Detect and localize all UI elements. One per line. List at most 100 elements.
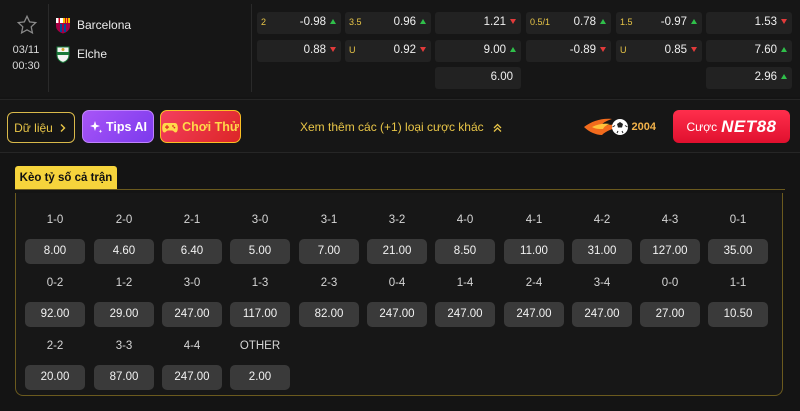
score-odds-button[interactable]: 247.00 <box>162 302 222 327</box>
data-button[interactable]: Dữ liệu <box>7 112 75 143</box>
score-cell: 3-4 247.00 <box>572 277 632 327</box>
odds-value: 7.60 <box>754 44 777 56</box>
score-cell: 1-0 8.00 <box>25 214 85 264</box>
score-cell: 4-0 8.50 <box>435 214 495 264</box>
score-label: 3-2 <box>388 214 406 226</box>
odds-value: 0.88 <box>303 44 326 56</box>
score-cell: 1-4 247.00 <box>435 277 495 327</box>
score-odds-button[interactable]: 127.00 <box>640 239 700 264</box>
tips-ai-button[interactable]: Tips AI <box>82 110 154 143</box>
score-odds-button[interactable]: 247.00 <box>367 302 427 327</box>
score-odds-button[interactable]: 87.00 <box>94 365 154 390</box>
odds-cell[interactable]: 1.21 <box>435 12 521 34</box>
score-cell: 2-4 247.00 <box>504 277 564 327</box>
score-label: 2-2 <box>46 340 64 352</box>
odds-cell[interactable]: 6.00 <box>435 67 521 89</box>
score-odds-button[interactable]: 117.00 <box>230 302 290 327</box>
more-bets-link[interactable]: Xem thêm các (+1) loại cược khác <box>300 120 503 134</box>
score-label: 4-1 <box>525 214 543 226</box>
home-team[interactable]: Barcelona <box>55 16 131 34</box>
score-odds-button[interactable]: 7.00 <box>299 239 359 264</box>
odds-handicap-label: 3.5 <box>349 17 362 27</box>
score-odds-button[interactable]: 247.00 <box>572 302 632 327</box>
score-odds-button[interactable]: 8.00 <box>25 239 85 264</box>
odds-value: 1.53 <box>754 16 777 28</box>
odds-value: 6.00 <box>490 71 513 83</box>
arrow-down-icon <box>781 19 787 24</box>
away-team-name: Elche <box>77 47 108 61</box>
score-odds-button[interactable]: 11.00 <box>504 239 564 264</box>
score-odds-button[interactable]: 27.00 <box>640 302 700 327</box>
score-odds-button[interactable]: 2.00 <box>230 365 290 390</box>
elche-crest-icon <box>56 46 70 63</box>
odds-cell[interactable]: 3.5 0.96 <box>345 12 431 34</box>
odds-cell[interactable]: 0.5/1 0.78 <box>526 12 611 34</box>
score-odds-button[interactable]: 247.00 <box>504 302 564 327</box>
tab-correct-score[interactable]: Kèo tỷ số cả trận <box>15 166 117 190</box>
score-label: 2-0 <box>115 214 133 226</box>
score-label: 3-1 <box>320 214 338 226</box>
score-label: 1-2 <box>115 277 133 289</box>
score-odds-button[interactable]: 6.40 <box>162 239 222 264</box>
arrow-down-icon <box>600 47 606 52</box>
arrow-up-icon <box>510 47 516 52</box>
promo-badge[interactable]: 2004 <box>582 111 664 143</box>
arrow-down-icon <box>330 47 336 52</box>
score-cell: 3-3 87.00 <box>94 340 154 390</box>
star-icon[interactable] <box>16 14 38 36</box>
arrow-up-icon <box>691 19 697 24</box>
score-cell: 2-0 4.60 <box>94 214 154 264</box>
arrow-up-icon <box>781 74 787 79</box>
score-cell: 3-0 5.00 <box>230 214 290 264</box>
away-team[interactable]: Elche <box>55 45 107 63</box>
bet-net88-button[interactable]: Cược NET88 <box>673 110 790 143</box>
odds-value: 0.85 <box>664 44 687 56</box>
tab-underline <box>15 189 785 190</box>
score-odds-button[interactable]: 29.00 <box>94 302 154 327</box>
match-date: 03/11 <box>12 44 40 56</box>
score-label: 3-4 <box>593 277 611 289</box>
correct-score-panel: 1-0 8.00 2-0 4.60 2-1 6.40 3-0 5.00 3-1 7.00 3-2 21… <box>15 193 783 396</box>
promo-year: 2004 <box>631 121 656 133</box>
net88-logo: NET88 <box>721 116 777 136</box>
odds-value: -0.97 <box>660 16 687 28</box>
odds-cell[interactable]: 0.88 <box>257 40 341 62</box>
score-odds-button[interactable]: 31.00 <box>572 239 632 264</box>
odds-cell[interactable]: U 0.85 <box>616 40 702 62</box>
odds-cell[interactable]: 2.96 <box>706 67 792 89</box>
score-odds-button[interactable]: 8.50 <box>435 239 495 264</box>
odds-cell[interactable]: 7.60 <box>706 40 792 62</box>
score-cell: 1-2 29.00 <box>94 277 154 327</box>
divider <box>251 4 252 92</box>
odds-cell[interactable]: U 0.92 <box>345 40 431 62</box>
gamepad-icon <box>162 122 178 132</box>
odds-cell[interactable]: 1.53 <box>706 12 792 34</box>
data-button-label: Dữ liệu <box>14 120 53 135</box>
score-odds-button[interactable]: 10.50 <box>708 302 768 327</box>
score-cell: 0-2 92.00 <box>25 277 85 327</box>
score-cell: 3-2 21.00 <box>367 214 427 264</box>
score-odds-button[interactable]: 82.00 <box>299 302 359 327</box>
score-odds-button[interactable]: 247.00 <box>162 365 222 390</box>
arrow-down-icon <box>420 47 426 52</box>
score-odds-button[interactable]: 5.00 <box>230 239 290 264</box>
sparkle-icon <box>90 120 103 133</box>
arrow-up-icon <box>781 47 787 52</box>
odds-handicap-label: 2 <box>261 17 267 27</box>
score-cell: 1-1 10.50 <box>708 277 768 327</box>
score-odds-button[interactable]: 247.00 <box>435 302 495 327</box>
odds-cell[interactable]: 9.00 <box>435 40 521 62</box>
arrow-down-icon <box>691 47 697 52</box>
odds-cell[interactable]: 2 -0.98 <box>257 12 341 34</box>
score-odds-button[interactable]: 4.60 <box>94 239 154 264</box>
odds-cell[interactable]: 1.5 -0.97 <box>616 12 702 34</box>
score-odds-button[interactable]: 35.00 <box>708 239 768 264</box>
score-odds-button[interactable]: 92.00 <box>25 302 85 327</box>
odds-cell[interactable]: -0.89 <box>526 40 611 62</box>
action-bar: Dữ liệu Tips AI Chơi Thử Xem thêm các (+… <box>0 99 800 153</box>
score-odds-button[interactable]: 21.00 <box>367 239 427 264</box>
odds-value: 1.21 <box>483 16 506 28</box>
score-cell: 4-2 31.00 <box>572 214 632 264</box>
play-trial-button[interactable]: Chơi Thử <box>160 110 241 143</box>
score-odds-button[interactable]: 20.00 <box>25 365 85 390</box>
